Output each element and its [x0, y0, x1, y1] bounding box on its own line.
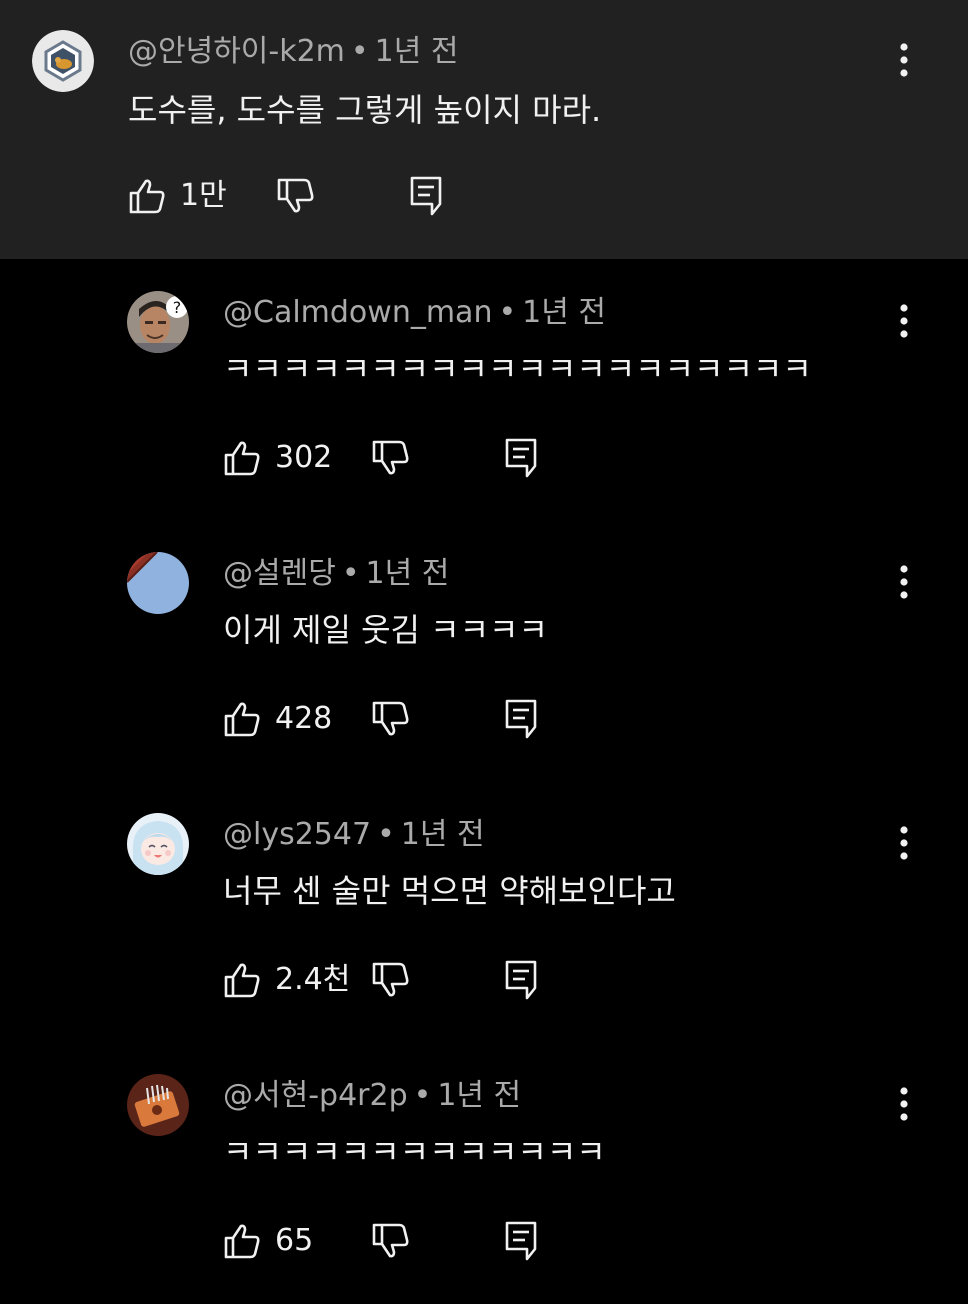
meta-separator: •	[377, 817, 395, 852]
thumbs-down-icon	[277, 178, 314, 213]
kebab-menu-icon	[900, 1087, 908, 1121]
dislike-button[interactable]	[371, 697, 409, 741]
meta-separator: •	[350, 34, 369, 69]
like-count: 302	[275, 440, 333, 475]
more-options-button[interactable]	[889, 1084, 919, 1124]
like-button[interactable]: 428	[223, 697, 332, 741]
reply-button[interactable]	[505, 697, 537, 741]
like-count: 1만	[180, 178, 227, 213]
more-options-button[interactable]	[889, 40, 919, 80]
dislike-button[interactable]	[371, 436, 409, 480]
dislike-button[interactable]	[276, 174, 314, 218]
like-count: 428	[275, 701, 333, 736]
comment-text: ㅋㅋㅋㅋㅋㅋㅋㅋㅋㅋㅋㅋㅋㅋㅋㅋㅋㅋㅋㅋ	[223, 350, 812, 388]
kalimba-avatar-icon	[127, 1074, 189, 1136]
comment-meta: @설렌당 • 1년 전	[223, 556, 449, 592]
meta-separator: •	[341, 556, 360, 591]
author-name[interactable]: @Calmdown_man	[223, 295, 492, 330]
comment-actions: 65	[223, 1219, 563, 1263]
author-name[interactable]: @설렌당	[223, 556, 336, 591]
anime-girl-avatar-icon	[127, 813, 189, 875]
comment-meta: @lys2547 • 1년 전	[223, 817, 485, 853]
like-count: 2.4천	[275, 962, 351, 997]
svg-text:?: ?	[173, 298, 182, 317]
like-button[interactable]: 65	[223, 1219, 313, 1263]
comment-time[interactable]: 1년 전	[437, 1078, 521, 1113]
comment-meta: @Calmdown_man • 1년 전	[223, 295, 606, 331]
author-name[interactable]: @안녕하이-k2m	[128, 34, 345, 69]
comment-text: 이게 제일 웃김 ㅋㅋㅋㅋ	[223, 611, 548, 649]
thumbs-up-icon	[224, 1224, 260, 1259]
avatar[interactable]	[127, 1074, 189, 1136]
comment-meta: @서현-p4r2p • 1년 전	[223, 1078, 521, 1114]
thumbs-down-icon	[372, 962, 409, 997]
comment-time[interactable]: 1년 전	[401, 817, 485, 852]
comment-text: ㅋㅋㅋㅋㅋㅋㅋㅋㅋㅋㅋㅋㅋ	[223, 1133, 606, 1171]
thumbs-up-icon	[129, 179, 165, 214]
avatar[interactable]	[127, 813, 189, 875]
dislike-button[interactable]	[371, 1219, 409, 1263]
reply-comment: @서현-p4r2p • 1년 전 ㅋㅋㅋㅋㅋㅋㅋㅋㅋㅋㅋㅋㅋ 65	[0, 1042, 968, 1304]
reply-comment: @설렌당 • 1년 전 이게 제일 웃김 ㅋㅋㅋㅋ 428	[0, 520, 968, 781]
comment-actions: 1만	[128, 174, 468, 218]
comment-thread-top: @안녕하이-k2m • 1년 전 도수를, 도수를 그렇게 높이지 마라. 1만	[0, 0, 968, 259]
thumbs-up-icon	[224, 963, 260, 998]
reply-comment-icon	[505, 438, 537, 478]
reply-button[interactable]	[505, 958, 537, 1002]
more-options-button[interactable]	[889, 823, 919, 863]
kebab-menu-icon	[900, 826, 908, 860]
thumbs-down-icon	[372, 440, 409, 475]
sky-roof-avatar-icon	[127, 552, 189, 614]
meta-separator: •	[498, 295, 517, 330]
comment-meta: @안녕하이-k2m • 1년 전	[128, 34, 458, 70]
avatar[interactable]	[32, 30, 94, 92]
reply-button[interactable]	[505, 1219, 537, 1263]
like-count: 65	[275, 1223, 314, 1258]
more-options-button[interactable]	[889, 562, 919, 602]
comment-actions: 302	[223, 436, 563, 480]
reply-comment: ? @Calmdown_man • 1년 전 ㅋㅋㅋㅋㅋㅋㅋㅋㅋㅋㅋㅋㅋㅋㅋㅋㅋㅋㅋ…	[0, 259, 968, 520]
reply-comment-icon	[505, 960, 537, 1000]
like-button[interactable]: 302	[223, 436, 332, 480]
dislike-button[interactable]	[371, 958, 409, 1002]
reply-button[interactable]	[410, 174, 442, 218]
comment-actions: 2.4천	[223, 958, 563, 1002]
meta-separator: •	[413, 1078, 432, 1113]
author-name[interactable]: @lys2547	[223, 817, 371, 852]
like-button[interactable]: 1만	[128, 174, 227, 218]
comment-actions: 428	[223, 697, 563, 741]
reply-comment-icon	[410, 176, 442, 216]
author-name[interactable]: @서현-p4r2p	[223, 1078, 408, 1113]
man-question-mark-avatar-icon: ?	[127, 291, 189, 353]
comment-time[interactable]: 1년 전	[522, 295, 606, 330]
kebab-menu-icon	[900, 565, 908, 599]
comment-text: 너무 센 술만 먹으면 약해보인다고	[223, 872, 676, 910]
comment-time[interactable]: 1년 전	[366, 556, 450, 591]
reply-comment-icon	[505, 1221, 537, 1261]
comment-text: 도수를, 도수를 그렇게 높이지 마라.	[128, 91, 602, 129]
thumbs-down-icon	[372, 701, 409, 736]
hexagon-pet-avatar-icon	[32, 30, 94, 92]
thumbs-up-icon	[224, 702, 260, 737]
reply-button[interactable]	[505, 436, 537, 480]
thumbs-down-icon	[372, 1223, 409, 1258]
like-button[interactable]: 2.4천	[223, 958, 350, 1002]
comment-time[interactable]: 1년 전	[375, 34, 459, 69]
kebab-menu-icon	[900, 43, 908, 77]
avatar[interactable]	[127, 552, 189, 614]
more-options-button[interactable]	[889, 301, 919, 341]
kebab-menu-icon	[900, 304, 908, 338]
thumbs-up-icon	[224, 441, 260, 476]
avatar[interactable]: ?	[127, 291, 189, 353]
reply-comment: @lys2547 • 1년 전 너무 센 술만 먹으면 약해보인다고 2.4천	[0, 781, 968, 1042]
reply-comment-icon	[505, 699, 537, 739]
